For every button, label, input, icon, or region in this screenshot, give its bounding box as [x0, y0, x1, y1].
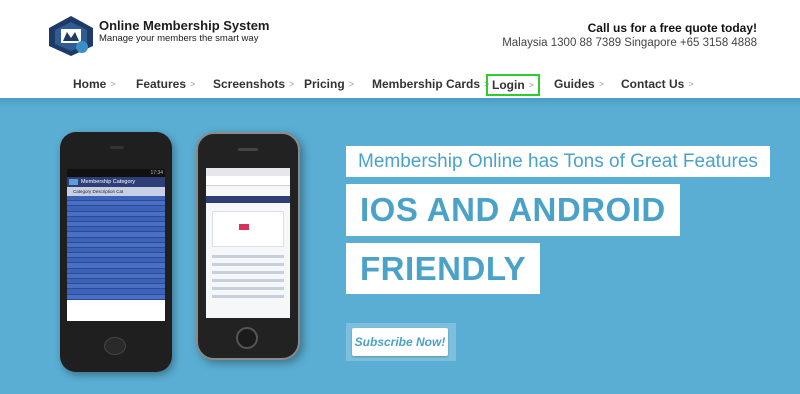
nav-item-label: Guides: [554, 77, 595, 91]
subscribe-button[interactable]: Subscribe Now!: [352, 328, 448, 356]
android-screen-title: Membership Category: [67, 177, 165, 187]
contact-phones: Malaysia 1300 88 7389 Singapore +65 3158…: [502, 37, 757, 49]
nav-item-membership-cards[interactable]: Membership Cards >: [372, 72, 489, 98]
android-table-rows: [67, 196, 165, 321]
nav-item-guides[interactable]: Guides >: [554, 72, 604, 98]
chevron-right-icon: >: [598, 79, 604, 89]
phone-earpiece: [238, 148, 258, 151]
nav-item-label: Contact Us: [621, 77, 685, 91]
chevron-right-icon: >: [289, 79, 295, 89]
hero-top-shadow: [0, 98, 800, 108]
hero-tagline: Membership Online has Tons of Great Feat…: [346, 146, 770, 177]
nav-item-features[interactable]: Features >: [136, 72, 195, 98]
hero-headline-line1: IOS AND ANDROID: [346, 184, 680, 236]
hero-banner: 17:34 Membership Category Category Descr…: [0, 98, 800, 394]
hero-headline-line2: FRIENDLY: [346, 243, 540, 294]
phone-home-button: [104, 337, 126, 355]
nav-item-label: Pricing: [304, 77, 345, 91]
android-status-time: 17:34: [67, 169, 165, 177]
nav-item-home[interactable]: Home >: [73, 72, 116, 98]
nav-item-pricing[interactable]: Pricing >: [304, 72, 354, 98]
call-to-action-text: Call us for a free quote today!: [587, 21, 757, 35]
chevron-right-icon: >: [688, 79, 694, 89]
iphone-image: [196, 132, 300, 360]
nav-item-label: Home: [73, 77, 107, 91]
app-icon: [69, 179, 78, 185]
nav-item-screenshots[interactable]: Screenshots >: [213, 72, 294, 98]
logo-icon[interactable]: [47, 14, 95, 58]
chevron-right-icon: >: [348, 79, 354, 89]
nav-item-label: Membership Cards: [372, 77, 481, 91]
subscribe-button-frame: Subscribe Now!: [346, 323, 456, 361]
android-phone-image: 17:34 Membership Category Category Descr…: [60, 132, 172, 372]
phone-home-button: [236, 327, 258, 349]
chevron-right-icon: >: [110, 79, 116, 89]
chevron-right-icon: >: [528, 80, 534, 90]
nav-item-label: Features: [136, 77, 187, 91]
android-screen-title-text: Membership Category: [81, 179, 136, 185]
brand-title[interactable]: Online Membership System: [99, 18, 270, 33]
nav-item-label: Login: [492, 78, 525, 92]
android-table-header: Category Description Cat: [67, 187, 165, 196]
android-screen: 17:34 Membership Category Category Descr…: [67, 169, 165, 321]
brand-tagline: Manage your members the smart way: [99, 33, 259, 44]
chevron-right-icon: >: [190, 79, 196, 89]
phone-earpiece: [110, 146, 124, 149]
nav-item-login[interactable]: Login >: [486, 74, 540, 96]
nav-item-label: Screenshots: [213, 77, 286, 91]
main-nav: Home > Features > Screenshots > Pricing > Me…: [0, 72, 800, 98]
iphone-screen: [206, 168, 290, 318]
nav-item-contact-us[interactable]: Contact Us >: [621, 72, 694, 98]
